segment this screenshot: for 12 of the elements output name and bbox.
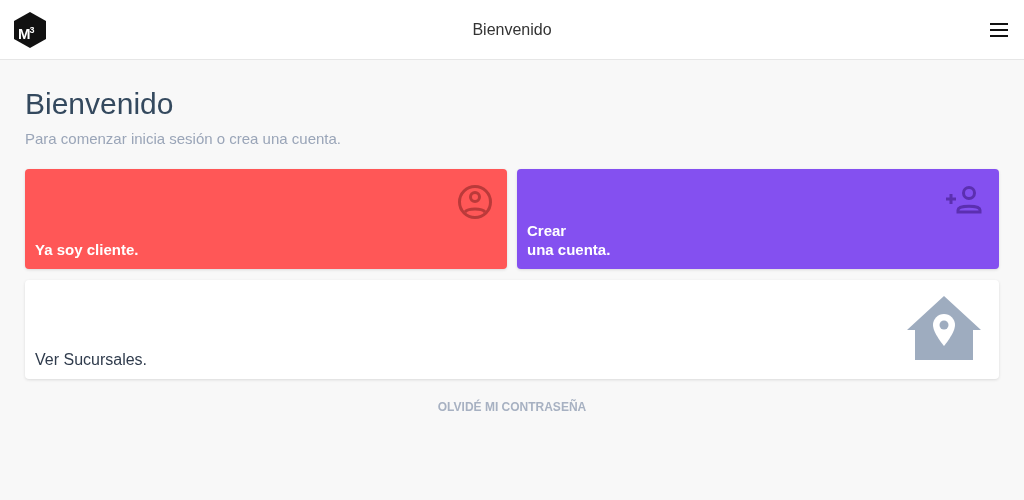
logo-icon [14, 11, 46, 48]
page-title: Bienvenido [472, 20, 552, 39]
heading: Bienvenido [25, 86, 175, 122]
card-button[interactable]: Ver Sucursales. [25, 280, 999, 379]
subtitle: Para comenzar inicia sesión o crea una cuenta. [25, 130, 342, 147]
logo-text: M$^{3}$ [18, 24, 34, 43]
house-pin-icon [907, 296, 981, 360]
card-button[interactable]: Ya soy cliente. [25, 169, 507, 269]
add-user-icon [945, 184, 985, 214]
card-button[interactable]: Crear una cuenta. [517, 169, 999, 269]
menu-icon[interactable] [990, 22, 1008, 37]
user-circle-icon [457, 184, 493, 220]
